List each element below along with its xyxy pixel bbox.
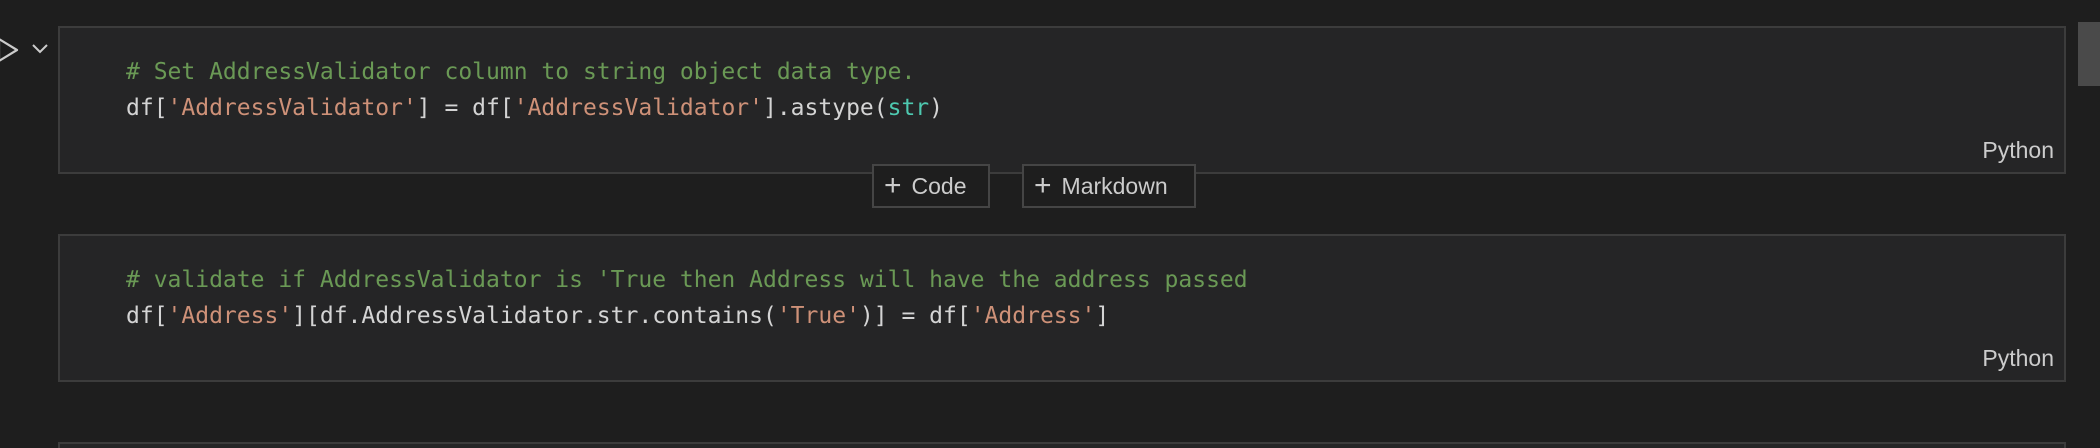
plus-icon: + <box>1034 169 1052 202</box>
code-line: # Set AddressValidator column to string … <box>126 54 943 90</box>
code-token-plain: )] = df[ <box>859 303 971 329</box>
code-cell-3[interactable] <box>58 442 2066 448</box>
code-cell-2[interactable]: # validate if AddressValidator is 'True … <box>58 234 2066 382</box>
add-markdown-cell-button[interactable]: + Markdown <box>1022 164 1196 208</box>
code-token-string: 'Address' <box>970 303 1096 329</box>
code-token-plain: ].astype( <box>762 95 888 121</box>
plus-icon: + <box>884 169 902 202</box>
code-token-plain: ) <box>929 95 944 121</box>
code-line: df['Address'][df.AddressValidator.str.co… <box>126 298 1248 334</box>
code-token-plain: ] = df[ <box>416 95 514 121</box>
code-token-plain: ] <box>1095 303 1110 329</box>
cell-2-code[interactable]: # validate if AddressValidator is 'True … <box>126 262 1248 334</box>
code-token-comment: # validate if AddressValidator is 'True … <box>126 267 1248 293</box>
cell-1-code[interactable]: # Set AddressValidator column to string … <box>126 54 943 126</box>
code-cell-1[interactable]: # Set AddressValidator column to string … <box>58 26 2066 174</box>
code-token-string: 'AddressValidator' <box>513 95 763 121</box>
code-line: df['AddressValidator'] = df['AddressVali… <box>126 90 943 126</box>
code-token-plain: df[ <box>126 303 168 329</box>
code-token-string: 'Address' <box>167 303 293 329</box>
code-token-string: 'AddressValidator' <box>167 95 417 121</box>
add-markdown-label: Markdown <box>1061 172 1168 199</box>
cell-1-language-label[interactable]: Python <box>1982 137 2054 164</box>
code-token-plain: ][df.AddressValidator.str.contains( <box>292 303 777 329</box>
vertical-scrollbar-thumb[interactable] <box>2078 22 2100 86</box>
code-token-plain: df[ <box>126 95 168 121</box>
code-token-builtin: str <box>887 95 930 121</box>
code-token-string: 'True' <box>776 303 860 329</box>
add-code-cell-button[interactable]: + Code <box>872 164 990 208</box>
notebook-editor: # Set AddressValidator column to string … <box>0 0 2100 448</box>
add-code-label: Code <box>911 172 967 199</box>
cell-2-language-label[interactable]: Python <box>1982 345 2054 372</box>
chevron-down-icon[interactable] <box>30 40 50 56</box>
run-cell-icon[interactable] <box>0 36 20 64</box>
code-token-comment: # Set AddressValidator column to string … <box>126 59 916 85</box>
code-line: # validate if AddressValidator is 'True … <box>126 262 1248 298</box>
